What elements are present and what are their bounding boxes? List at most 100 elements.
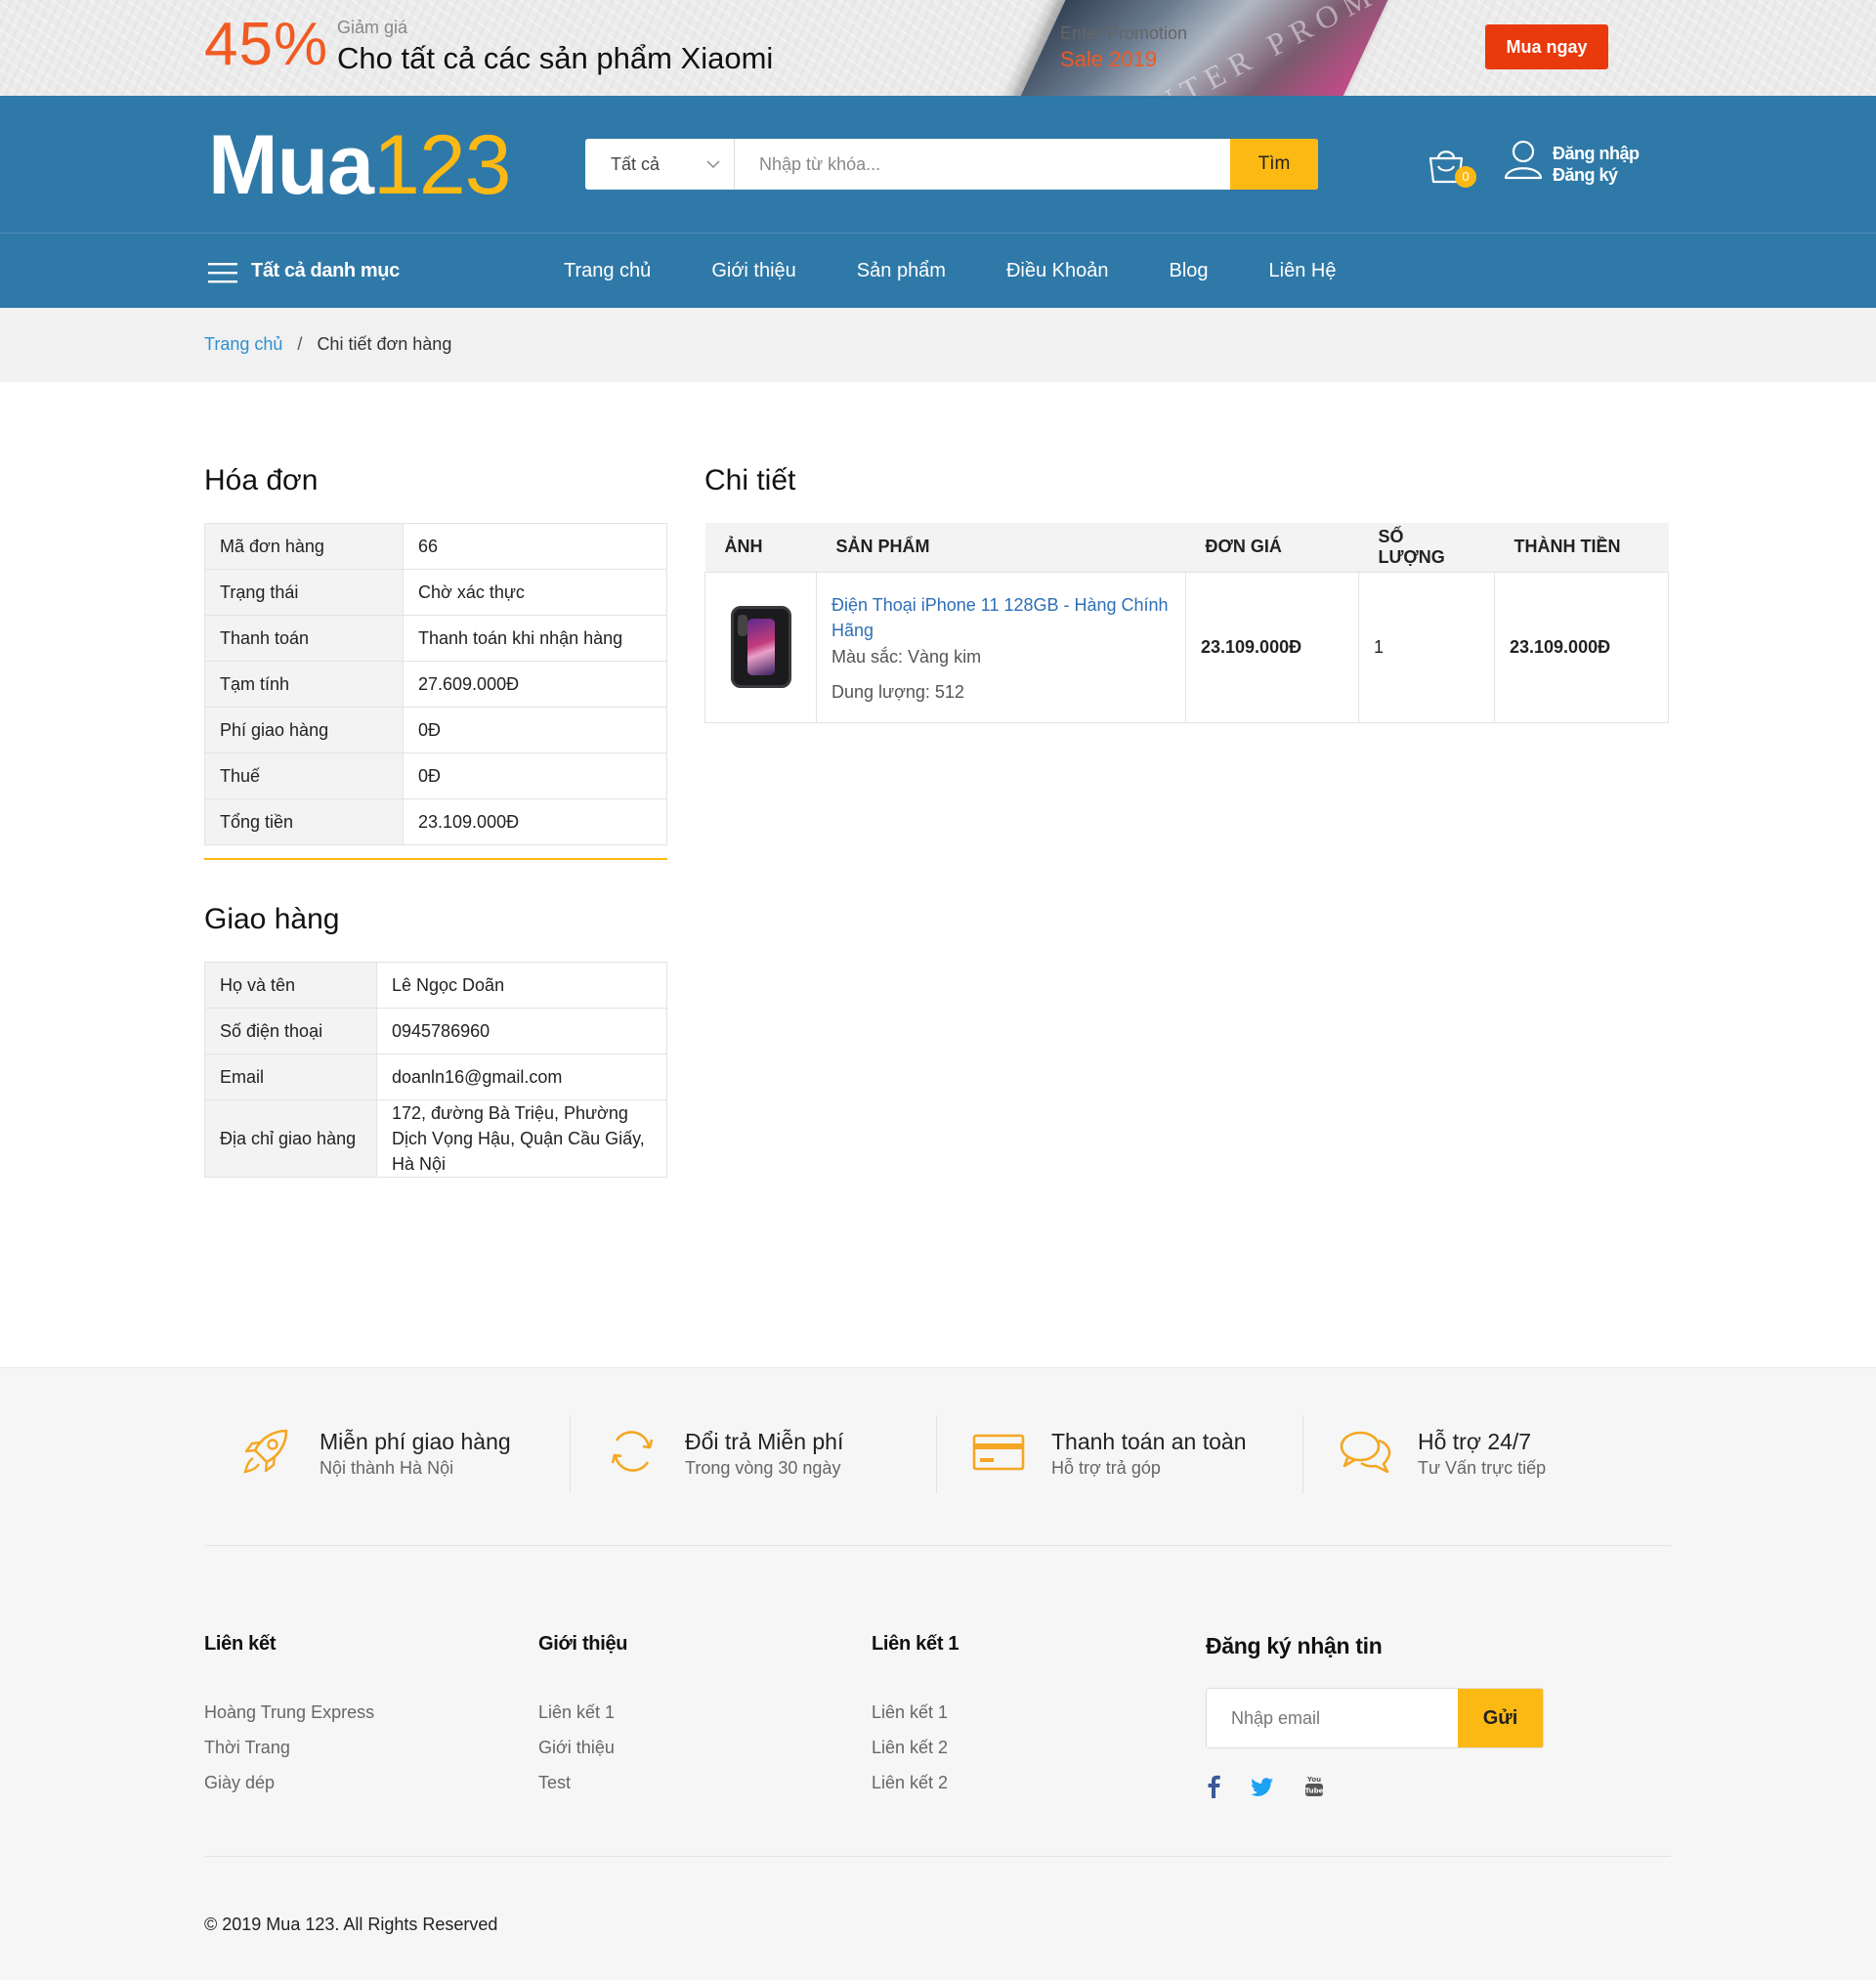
footer-link[interactable]: Test bbox=[538, 1765, 627, 1800]
shipping-label: Họ và tên bbox=[204, 962, 377, 1009]
shipping-title: Giao hàng bbox=[204, 903, 340, 935]
site-footer: Liên kết Hoàng Trung Express Thời Trang … bbox=[0, 1545, 1876, 1980]
cart-button[interactable]: 0 bbox=[1425, 143, 1476, 190]
product-unit-price: 23.109.000Đ bbox=[1185, 571, 1359, 723]
nav-item-contact[interactable]: Liên Hệ bbox=[1269, 260, 1337, 282]
footer-divider bbox=[205, 1545, 1671, 1546]
column-header-image: ẢNH bbox=[704, 523, 817, 573]
hamburger-menu-icon[interactable] bbox=[208, 261, 239, 284]
iphone-image[interactable] bbox=[730, 606, 791, 688]
shipping-label: Địa chỉ giao hàng bbox=[204, 1099, 377, 1178]
column-header-product: SẢN PHẨM bbox=[816, 523, 1186, 573]
footer-link[interactable]: Liên kết 2 bbox=[872, 1765, 959, 1800]
chat-icon bbox=[1340, 1431, 1391, 1474]
login-link[interactable]: Đăng nhập bbox=[1553, 143, 1640, 164]
invoice-value: 23.109.000Đ bbox=[403, 798, 667, 845]
site-header: Mua123 Tất cả Tìm 0 Đăng nhập bbox=[0, 96, 1876, 233]
all-categories-button[interactable]: Tất cả danh mục bbox=[251, 260, 400, 282]
product-quantity: 1 bbox=[1358, 571, 1495, 723]
section-divider bbox=[204, 858, 667, 860]
shipping-label: Số điện thoại bbox=[204, 1008, 377, 1055]
details-title: Chi tiết bbox=[704, 464, 796, 496]
footer-link[interactable]: Giày dép bbox=[204, 1765, 374, 1800]
promo-percent: 45% bbox=[204, 11, 329, 78]
facebook-icon[interactable] bbox=[1206, 1774, 1221, 1799]
feature-free-returns: Đổi trả Miễn phí Trong vòng 30 ngày bbox=[570, 1415, 936, 1493]
buy-now-button[interactable]: Mua ngay bbox=[1485, 24, 1608, 69]
copyright-text: © 2019 Mua 123. All Rights Reserved bbox=[204, 1915, 498, 1934]
promo-banner[interactable]: 45% Giảm giá Cho tất cả các sản phẩm Xia… bbox=[0, 0, 1876, 96]
feature-title: Hỗ trợ 24/7 bbox=[1418, 1429, 1532, 1454]
search-input[interactable] bbox=[735, 139, 1230, 190]
footer-divider bbox=[205, 1856, 1671, 1857]
column-header-unit-price: ĐƠN GIÁ bbox=[1185, 523, 1359, 573]
newsletter-email-input[interactable] bbox=[1207, 1689, 1458, 1747]
invoice-label: Trạng thái bbox=[204, 569, 404, 616]
feature-divider bbox=[936, 1415, 937, 1493]
footer-column-about: Giới thiệu Liên kết 1 Giới thiệu Test bbox=[538, 1633, 628, 1800]
table-row: Thanh toán Thanh toán khi nhận hàng bbox=[204, 615, 667, 662]
newsletter-submit-button[interactable]: Gửi bbox=[1458, 1689, 1543, 1747]
feature-support: Hỗ trợ 24/7 Tư Vấn trực tiếp bbox=[1302, 1415, 1669, 1493]
promo-sale-text: Sale 2019 bbox=[1060, 47, 1158, 71]
main-navigation: Tất cả danh mục Trang chủ Giới thiệu Sản… bbox=[0, 233, 1876, 308]
invoice-value: Thanh toán khi nhận hàng bbox=[403, 615, 667, 662]
feature-divider bbox=[1302, 1415, 1303, 1493]
product-capacity: Dung lượng: 512 bbox=[831, 681, 964, 702]
shipping-value: doanln16@gmail.com bbox=[376, 1054, 667, 1100]
breadcrumb-separator: / bbox=[297, 334, 303, 354]
feature-subtitle: Hỗ trợ trả góp bbox=[1051, 1458, 1161, 1478]
nav-item-about[interactable]: Giới thiệu bbox=[711, 260, 795, 282]
footer-link[interactable]: Thời Trang bbox=[204, 1730, 374, 1765]
shipping-value: 0945786960 bbox=[376, 1008, 667, 1055]
product-total: 23.109.000Đ bbox=[1494, 571, 1669, 723]
column-header-total: THÀNH TIỀN bbox=[1494, 523, 1669, 573]
phone-camera bbox=[737, 615, 747, 636]
nav-item-blog[interactable]: Blog bbox=[1170, 260, 1209, 282]
promo-small-text: Giảm giá bbox=[337, 18, 408, 37]
search-category-value: Tất cả bbox=[611, 154, 661, 174]
breadcrumb-home-link[interactable]: Trang chủ bbox=[204, 334, 282, 354]
nav-item-home[interactable]: Trang chủ bbox=[564, 260, 651, 282]
footer-column-links: Liên kết Hoàng Trung Express Thời Trang … bbox=[204, 1633, 374, 1800]
nav-item-terms[interactable]: Điều Khoản bbox=[1006, 260, 1109, 282]
order-detail-content: Hóa đơn Mã đơn hàng 66 Trạng thái Chờ xác … bbox=[0, 382, 1876, 1367]
user-icon bbox=[1504, 140, 1543, 180]
invoice-label: Phí giao hàng bbox=[204, 707, 404, 753]
invoice-value: 66 bbox=[403, 523, 667, 570]
footer-link[interactable]: Hoàng Trung Express bbox=[204, 1695, 374, 1730]
search-category-select[interactable]: Tất cả bbox=[585, 139, 735, 190]
nav-item-products[interactable]: Sản phẩm bbox=[857, 260, 946, 282]
svg-text:Tube: Tube bbox=[1305, 1787, 1324, 1795]
refresh-icon bbox=[611, 1431, 654, 1472]
promo-headline: Cho tất cả các sản phẩm Xiaomi bbox=[337, 41, 774, 75]
phone-screen bbox=[746, 619, 775, 675]
register-link[interactable]: Đăng ký bbox=[1553, 164, 1640, 186]
product-name-link[interactable]: Điện Thoại iPhone 11 128GB - Hàng Chính … bbox=[831, 592, 1171, 643]
feature-title: Thanh toán an toàn bbox=[1051, 1429, 1247, 1454]
table-header-row: ẢNH SẢN PHẨM ĐƠN GIÁ SỐ LƯỢNG THÀNH TIỀN bbox=[704, 523, 1669, 573]
product-info-cell: Điện Thoại iPhone 11 128GB - Hàng Chính … bbox=[816, 571, 1186, 723]
footer-link[interactable]: Liên kết 2 bbox=[872, 1730, 959, 1765]
table-row: Tổng tiền 23.109.000Đ bbox=[204, 798, 667, 845]
shipping-table: Họ và tên Lê Ngọc Doãn Số điện thoại 09457… bbox=[204, 962, 667, 1178]
order-items-table: ẢNH SẢN PHẨM ĐƠN GIÁ SỐ LƯỢNG THÀNH TIỀN… bbox=[704, 523, 1669, 723]
invoice-value: 27.609.000Đ bbox=[403, 661, 667, 708]
invoice-table: Mã đơn hàng 66 Trạng thái Chờ xác thực Tha… bbox=[204, 523, 667, 845]
feature-divider bbox=[570, 1415, 571, 1493]
search-button[interactable]: Tìm bbox=[1230, 139, 1318, 190]
product-image-cell bbox=[704, 571, 817, 723]
youtube-icon[interactable]: You Tube bbox=[1303, 1774, 1325, 1799]
site-logo[interactable]: Mua123 bbox=[208, 123, 511, 207]
footer-column-title: Giới thiệu bbox=[538, 1633, 628, 1655]
newsletter-form: Gửi bbox=[1206, 1688, 1544, 1748]
invoice-label: Tạm tính bbox=[204, 661, 404, 708]
twitter-icon[interactable] bbox=[1251, 1774, 1274, 1799]
features-strip: Miễn phí giao hàng Nội thành Hà Nội Đổi … bbox=[0, 1367, 1876, 1545]
footer-link[interactable]: Liên kết 1 bbox=[872, 1695, 959, 1730]
table-row: Phí giao hàng 0Đ bbox=[204, 707, 667, 753]
feature-free-shipping: Miễn phí giao hàng Nội thành Hà Nội bbox=[204, 1415, 571, 1493]
footer-link[interactable]: Liên kết 1 bbox=[538, 1695, 627, 1730]
credit-card-icon bbox=[972, 1434, 1025, 1471]
footer-link[interactable]: Giới thiệu bbox=[538, 1730, 627, 1765]
